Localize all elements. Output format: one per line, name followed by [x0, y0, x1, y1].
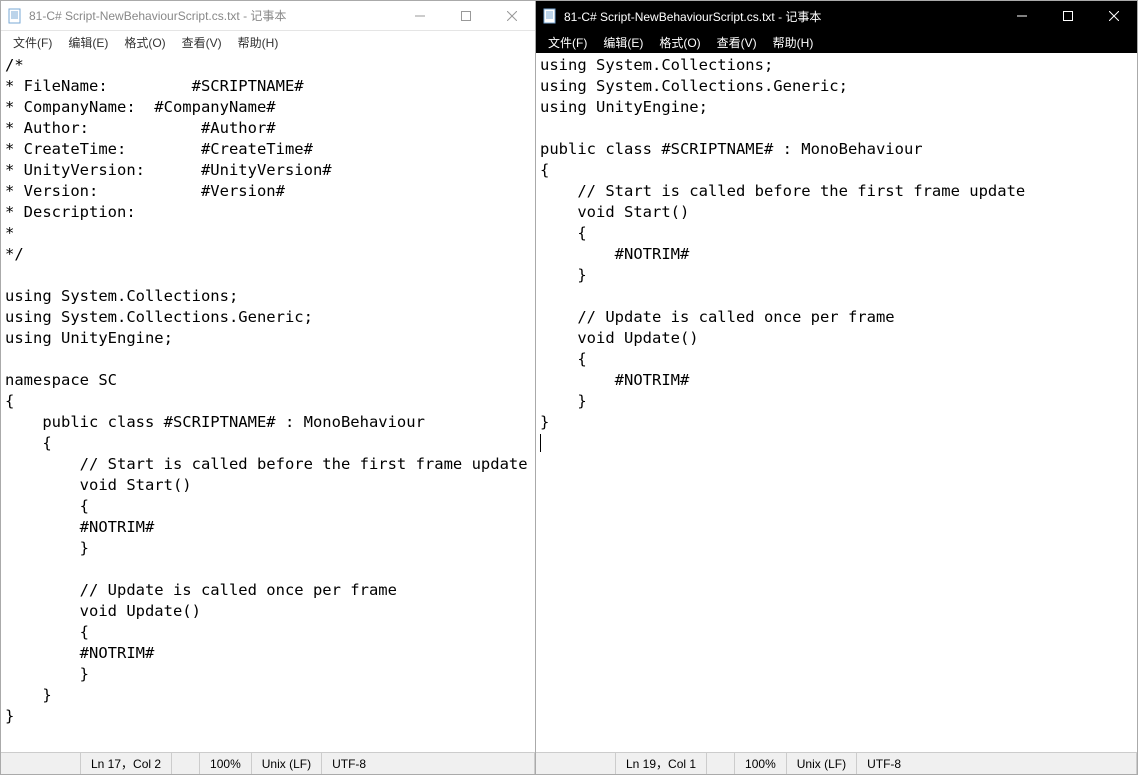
close-button[interactable] [1091, 1, 1137, 31]
window-controls-left [397, 1, 535, 31]
text-caret [540, 434, 541, 452]
editor-area-right[interactable]: using System.Collections; using System.C… [536, 53, 1137, 752]
statusbar-right: Ln 19，Col 1 100% Unix (LF) UTF-8 [536, 752, 1137, 774]
status-encoding: UTF-8 [322, 753, 535, 774]
status-spacer [1, 753, 81, 774]
status-position: Ln 17，Col 2 [81, 753, 172, 774]
menu-view[interactable]: 查看(V) [174, 32, 230, 53]
editor-area-left[interactable]: /* * FileName: #SCRIPTNAME# * CompanyNam… [1, 53, 535, 752]
status-spacer [172, 753, 200, 774]
menu-edit[interactable]: 编辑(E) [595, 32, 651, 53]
editor-content-right: using System.Collections; using System.C… [540, 56, 1025, 431]
status-zoom: 100% [200, 753, 252, 774]
minimize-button[interactable] [397, 1, 443, 31]
notepad-icon [542, 8, 558, 24]
maximize-button[interactable] [443, 1, 489, 31]
menubar-right: 文件(F) 编辑(E) 格式(O) 查看(V) 帮助(H) [536, 31, 1137, 53]
status-encoding: UTF-8 [857, 753, 1137, 774]
titlebar-right[interactable]: 81-C# Script-NewBehaviourScript.cs.txt -… [536, 1, 1137, 31]
status-spacer [707, 753, 735, 774]
notepad-window-left: 81-C# Script-NewBehaviourScript.cs.txt -… [0, 0, 535, 775]
statusbar-left: Ln 17，Col 2 100% Unix (LF) UTF-8 [1, 752, 535, 774]
menu-file[interactable]: 文件(F) [540, 32, 595, 53]
menu-help[interactable]: 帮助(H) [230, 32, 287, 53]
close-button[interactable] [489, 1, 535, 31]
status-zoom: 100% [735, 753, 787, 774]
notepad-icon [7, 8, 23, 24]
menu-edit[interactable]: 编辑(E) [60, 32, 116, 53]
window-controls-right [999, 1, 1137, 31]
menu-format[interactable]: 格式(O) [116, 32, 173, 53]
notepad-window-right: 81-C# Script-NewBehaviourScript.cs.txt -… [535, 0, 1138, 775]
titlebar-left[interactable]: 81-C# Script-NewBehaviourScript.cs.txt -… [1, 1, 535, 31]
minimize-button[interactable] [999, 1, 1045, 31]
status-eol: Unix (LF) [252, 753, 322, 774]
menu-format[interactable]: 格式(O) [651, 32, 708, 53]
window-title-right: 81-C# Script-NewBehaviourScript.cs.txt -… [564, 8, 821, 25]
menu-view[interactable]: 查看(V) [709, 32, 765, 53]
window-title-left: 81-C# Script-NewBehaviourScript.cs.txt -… [29, 7, 286, 24]
menu-file[interactable]: 文件(F) [5, 32, 60, 53]
maximize-button[interactable] [1045, 1, 1091, 31]
status-eol: Unix (LF) [787, 753, 857, 774]
menubar-left: 文件(F) 编辑(E) 格式(O) 查看(V) 帮助(H) [1, 31, 535, 53]
status-spacer [536, 753, 616, 774]
status-position: Ln 19，Col 1 [616, 753, 707, 774]
menu-help[interactable]: 帮助(H) [765, 32, 822, 53]
